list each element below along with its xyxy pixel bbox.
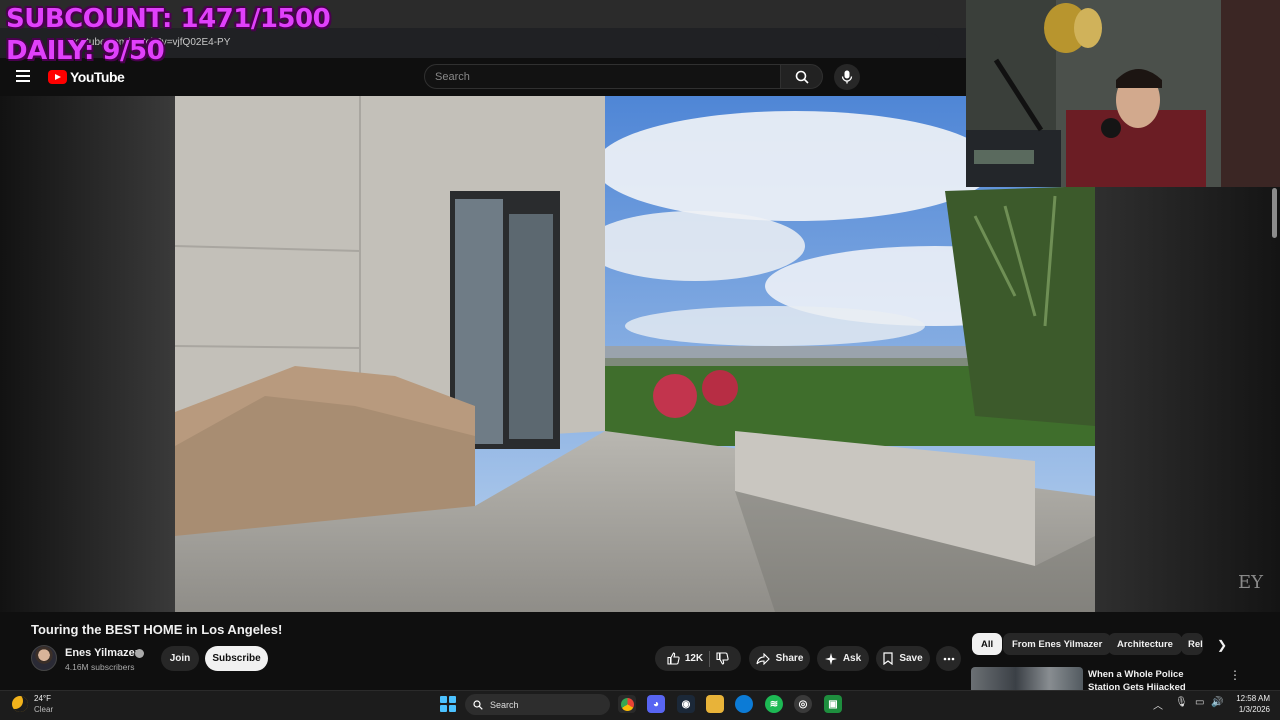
obs-icon[interactable]: ◎ bbox=[794, 695, 812, 713]
chip-all[interactable]: All bbox=[972, 633, 1003, 655]
ambient-shade-left bbox=[0, 96, 175, 612]
chrome-icon[interactable] bbox=[618, 695, 636, 713]
join-button[interactable]: Join bbox=[161, 646, 199, 671]
save-label: Save bbox=[899, 653, 923, 664]
taskbar-search-label: Search bbox=[490, 699, 519, 710]
youtube-logo-text: YouTube bbox=[70, 69, 125, 85]
moon-icon[interactable] bbox=[12, 696, 28, 712]
youtube-logo[interactable]: YouTube bbox=[48, 69, 125, 85]
taskbar-search-icon bbox=[473, 699, 483, 710]
save-button[interactable]: Save bbox=[876, 646, 930, 671]
dislike-button[interactable] bbox=[716, 652, 729, 665]
menu-icon[interactable] bbox=[16, 70, 32, 84]
more-actions-button[interactable] bbox=[936, 646, 961, 671]
windows-taskbar bbox=[0, 690, 1280, 720]
voice-search-button[interactable] bbox=[834, 64, 860, 90]
like-button[interactable]: 12K bbox=[667, 652, 703, 665]
microphone-icon bbox=[841, 70, 853, 84]
channel-watermark[interactable]: EY bbox=[1238, 572, 1263, 593]
ask-button[interactable]: Ask bbox=[817, 646, 869, 671]
search-icon bbox=[795, 70, 809, 84]
video-scene-image bbox=[175, 96, 1095, 612]
volume-icon[interactable]: 🔊 bbox=[1211, 697, 1223, 708]
address-bar[interactable]: youtube.com/watch?v=vjfQ02E4-PY bbox=[60, 33, 940, 53]
chip-from-channel[interactable]: From Enes Yilmazer bbox=[1003, 633, 1112, 655]
search-input[interactable]: Search bbox=[424, 64, 781, 89]
recommended-video-thumbnail[interactable] bbox=[971, 667, 1083, 690]
verified-badge-icon bbox=[135, 649, 144, 658]
microphone-tray-icon[interactable]: 🎙 bbox=[1175, 697, 1188, 708]
discord-icon[interactable]: ◕ bbox=[647, 695, 665, 713]
taskbar-search[interactable]: Search bbox=[465, 694, 610, 715]
ambient-shade-right bbox=[1095, 187, 1280, 612]
file-explorer-icon[interactable] bbox=[706, 695, 724, 713]
daily-overlay: DAILY: 9/50 bbox=[6, 36, 165, 66]
share-icon bbox=[756, 652, 770, 665]
webcam-image bbox=[966, 0, 1280, 187]
chip-architecture[interactable]: Architecture bbox=[1108, 633, 1182, 655]
recommended-more-icon[interactable]: ⋮ bbox=[1229, 668, 1241, 682]
share-label: Share bbox=[775, 653, 804, 664]
sparkle-icon bbox=[824, 652, 837, 665]
chip-related[interactable]: Rel bbox=[1181, 633, 1203, 655]
search-button[interactable] bbox=[780, 64, 823, 89]
bookmark-icon bbox=[883, 652, 893, 665]
green-app-icon[interactable]: ▣ bbox=[824, 695, 842, 713]
chevron-right-icon[interactable]: ❯ bbox=[1217, 638, 1227, 652]
video-title: Touring the BEST HOME in Los Angeles! bbox=[31, 622, 283, 637]
channel-name[interactable]: Enes Yilmazer bbox=[65, 647, 139, 659]
tray-chevron-up-icon[interactable]: ︿ bbox=[1153, 697, 1163, 712]
webcam-feed bbox=[966, 0, 1280, 187]
subscribe-button[interactable]: Subscribe bbox=[205, 646, 268, 671]
video-frame[interactable] bbox=[175, 96, 1095, 612]
like-count: 12K bbox=[684, 653, 704, 664]
steam-icon[interactable]: ◉ bbox=[677, 695, 695, 713]
subcount-overlay: SUBCOUNT: 1471/1500 bbox=[6, 4, 331, 34]
more-horizontal-icon bbox=[943, 657, 954, 660]
edge-icon[interactable] bbox=[735, 695, 753, 713]
weather-condition[interactable]: Clear bbox=[34, 705, 53, 714]
channel-avatar[interactable] bbox=[31, 645, 57, 671]
start-button[interactable] bbox=[440, 696, 456, 712]
ask-label: Ask bbox=[842, 653, 862, 664]
share-button[interactable]: Share bbox=[749, 646, 810, 671]
recommended-video-title[interactable]: When a Whole Police Station Gets Hijacke… bbox=[1088, 668, 1218, 690]
subscriber-count: 4.16M subscribers bbox=[65, 662, 135, 672]
network-icon[interactable]: ▭ bbox=[1195, 697, 1204, 708]
clock-date[interactable]: 1/3/2026 bbox=[1228, 705, 1270, 714]
like-divider bbox=[709, 650, 711, 667]
spotify-icon[interactable]: ≋ bbox=[765, 695, 783, 713]
clock-time[interactable]: 12:58 AM bbox=[1234, 694, 1270, 703]
weather-temperature[interactable]: 24°F bbox=[34, 694, 51, 703]
thumbs-up-icon bbox=[667, 652, 680, 665]
like-dislike-group: 12K bbox=[655, 646, 741, 671]
youtube-play-icon bbox=[48, 70, 67, 84]
page-scrollbar[interactable] bbox=[1272, 188, 1277, 238]
